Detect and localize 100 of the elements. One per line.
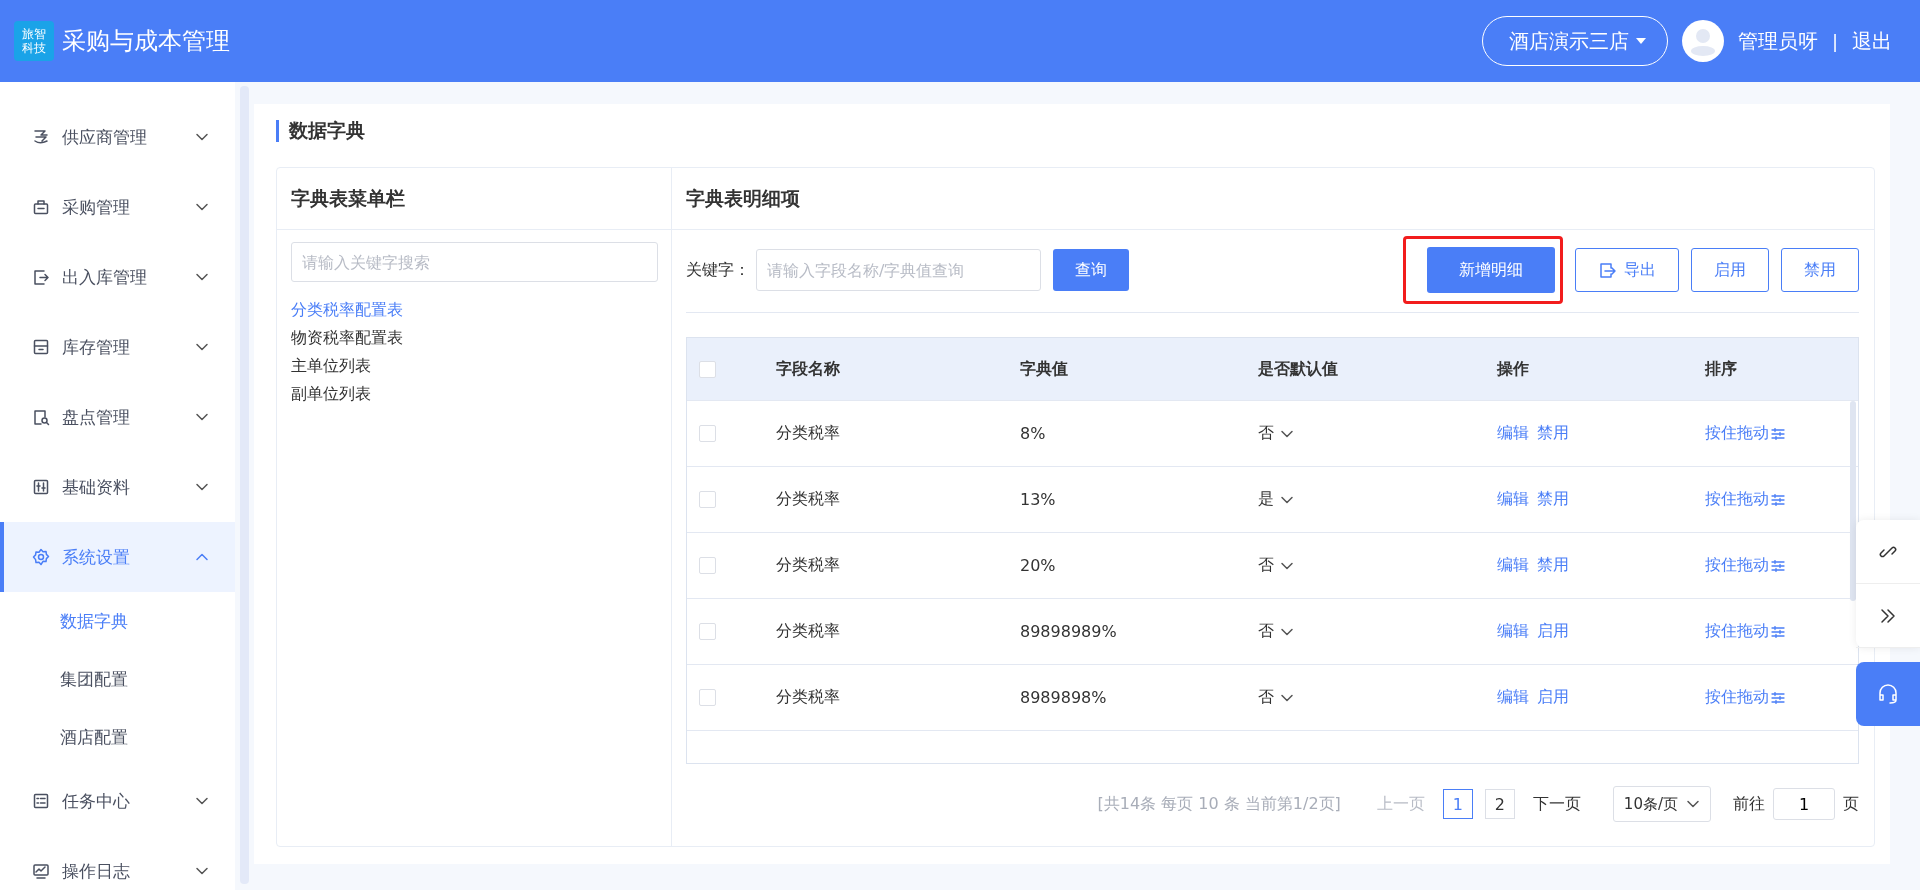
nav-item[interactable]: 出入库管理 [0, 242, 235, 312]
page-button[interactable]: 1 [1442, 789, 1473, 819]
bag-icon [32, 198, 50, 216]
dictionary-item[interactable]: 分类税率配置表 [291, 296, 657, 324]
search-document-icon [32, 408, 50, 426]
app-title: 采购与成本管理 [62, 26, 230, 57]
dictionary-item[interactable]: 主单位列表 [291, 352, 657, 380]
separator: | [1831, 30, 1838, 52]
chart-monitor-icon [32, 862, 50, 880]
exit-icon [32, 268, 50, 286]
action-button[interactable]: 启用 [1691, 248, 1769, 292]
sliders-icon [1771, 559, 1785, 572]
action-link[interactable]: 编辑 [1497, 423, 1529, 442]
drag-handle[interactable]: 按住拖动 [1705, 423, 1785, 444]
column-header: 是否默认值 [1258, 358, 1339, 380]
table-cell-text: 13% [1020, 490, 1057, 509]
table-cell-text: 分类税率 [776, 687, 841, 708]
submenu-item[interactable]: 酒店配置 [0, 708, 235, 766]
archive-icon [32, 338, 50, 356]
default-dropdown[interactable]: 否 [1258, 687, 1294, 708]
headset-icon [1876, 682, 1900, 706]
nav-item[interactable]: 盘点管理 [0, 382, 235, 452]
sliders-icon [1771, 427, 1785, 440]
column-header: 字典值 [1020, 358, 1069, 380]
table-cell-text: 8989898% [1020, 688, 1108, 707]
add-button[interactable]: 新增明细 [1427, 247, 1555, 293]
export-button[interactable]: 导出 [1575, 248, 1679, 292]
user-name: 管理员呀 [1737, 27, 1818, 55]
action-link[interactable]: 编辑 [1497, 621, 1529, 640]
caret-down-icon [1634, 37, 1647, 45]
checkbox[interactable] [699, 689, 716, 706]
goto-label: 前往 [1733, 793, 1765, 815]
support-button[interactable] [1856, 662, 1920, 726]
drag-handle[interactable]: 按住拖动 [1705, 621, 1785, 642]
checkbox[interactable] [699, 360, 716, 378]
panel-title: 字典表菜单栏 [277, 168, 671, 230]
drag-handle[interactable]: 按住拖动 [1705, 555, 1785, 576]
settings-icon [32, 548, 50, 566]
checklist-icon [32, 792, 50, 810]
table-cell-text: 8% [1020, 424, 1047, 443]
column-header: 排序 [1705, 358, 1738, 380]
action-link[interactable]: 禁用 [1537, 489, 1569, 508]
table-cell-text: 分类税率 [776, 621, 841, 642]
checkbox[interactable] [699, 491, 716, 508]
action-link[interactable]: 编辑 [1497, 489, 1529, 508]
logo: 旅智 科技 [14, 21, 54, 61]
next-page-link[interactable]: 下一页 [1532, 793, 1581, 815]
page-suffix: 页 [1843, 793, 1859, 815]
table-cell-text: 分类税率 [776, 423, 841, 444]
nav-item[interactable]: 库存管理 [0, 312, 235, 382]
action-link[interactable]: 编辑 [1497, 687, 1529, 706]
sliders-icon [1771, 493, 1785, 506]
default-dropdown[interactable]: 否 [1258, 621, 1294, 642]
nav-item[interactable]: 供应商管理 [0, 102, 235, 172]
column-header: 操作 [1497, 358, 1530, 380]
nav-item[interactable]: 系统设置 [0, 522, 235, 592]
panel-title: 字典表明细项 [672, 168, 1874, 230]
action-link[interactable]: 编辑 [1497, 555, 1529, 574]
avatar-icon [1681, 20, 1724, 62]
default-dropdown[interactable]: 是 [1258, 489, 1294, 510]
page-size-dropdown[interactable]: 10条/页 [1612, 786, 1711, 822]
submenu-item[interactable]: 数据字典 [0, 592, 235, 650]
action-link[interactable]: 启用 [1537, 621, 1569, 640]
query-button[interactable]: 查询 [1053, 249, 1129, 291]
action-link[interactable]: 禁用 [1537, 423, 1569, 442]
table-cell-text: 89898989% [1020, 622, 1118, 641]
nav-item[interactable]: 基础资料 [0, 452, 235, 522]
column-header: 字段名称 [776, 358, 841, 380]
sliders-icon [32, 478, 50, 496]
table-cell-text: 分类税率 [776, 489, 841, 510]
dictionary-item[interactable]: 物资税率配置表 [291, 324, 657, 352]
page-number-field[interactable]: 1 [1773, 788, 1835, 820]
drag-handle[interactable]: 按住拖动 [1705, 489, 1785, 510]
table-cell-text: 分类税率 [776, 555, 841, 576]
nav-item[interactable]: 操作日志 [0, 836, 235, 890]
search-field[interactable]: 请输入关键字搜索 [291, 242, 658, 282]
sliders-icon [1771, 691, 1785, 704]
default-dropdown[interactable]: 否 [1258, 555, 1294, 576]
page-button[interactable]: 2 [1484, 789, 1515, 819]
table-cell-text: 20% [1020, 556, 1057, 575]
submenu-item[interactable]: 集团配置 [0, 650, 235, 708]
export-icon [1598, 261, 1616, 279]
action-link[interactable]: 禁用 [1537, 555, 1569, 574]
keyword-label: 关键字： [686, 259, 750, 281]
action-button[interactable]: 禁用 [1781, 248, 1859, 292]
keyword-field[interactable]: 请输入字段名称/字典值查询 [756, 249, 1041, 291]
page-title: 数据字典 [276, 120, 1875, 142]
checkbox[interactable] [699, 425, 716, 442]
sliders-icon [1771, 625, 1785, 638]
scrollbar[interactable] [1850, 401, 1856, 601]
page-summary: [共14条 每页 10 条 当前第1/2页] [1097, 793, 1341, 815]
checkbox[interactable] [699, 623, 716, 640]
action-link[interactable]: 启用 [1537, 687, 1569, 706]
nav-item[interactable]: 采购管理 [0, 172, 235, 242]
nav-item[interactable]: 任务中心 [0, 766, 235, 836]
default-dropdown[interactable]: 否 [1258, 423, 1294, 444]
dictionary-item[interactable]: 副单位列表 [291, 380, 657, 408]
drag-handle[interactable]: 按住拖动 [1705, 687, 1785, 708]
checkbox[interactable] [699, 557, 716, 574]
logout-link[interactable]: 退出 [1852, 27, 1892, 55]
